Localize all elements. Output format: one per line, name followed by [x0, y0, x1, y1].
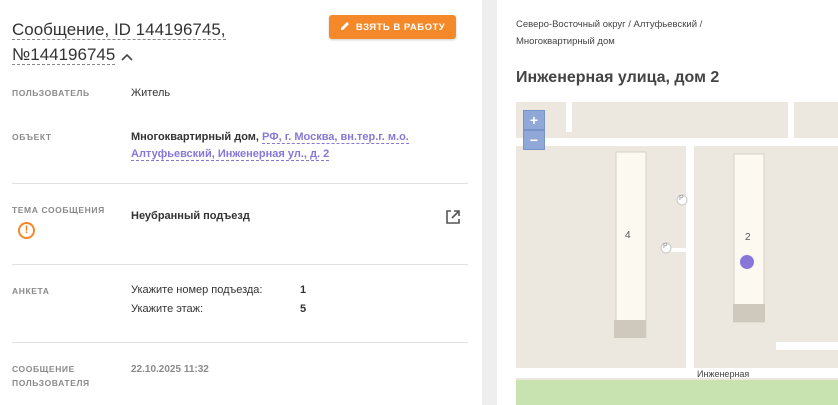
map[interactable]: 4 2 P P Инженерная + − [516, 102, 838, 405]
divider [12, 264, 468, 265]
building-label: 2 [745, 232, 751, 243]
object-type: Многоквартирный дом, [131, 131, 259, 143]
address-heading: Инженерная улица, дом 2 [516, 69, 720, 86]
parking-icon: P [663, 243, 668, 250]
title-line-2: №144196745 [12, 45, 116, 65]
user-label: ПОЛЬЗОВАТЕЛЬ [12, 88, 90, 98]
take-to-work-label: ВЗЯТЬ В РАБОТУ [355, 21, 446, 33]
parking-icon: P [679, 195, 684, 202]
warning-icon: ! [18, 222, 35, 239]
zoom-in-button[interactable]: + [523, 110, 545, 130]
object-label: ОБЪЕКТ [12, 132, 52, 142]
survey-label: АНКЕТА [12, 286, 50, 296]
external-link-icon[interactable] [445, 209, 461, 230]
zoom-control: + − [523, 110, 545, 150]
user-value: Житель [131, 87, 171, 99]
object-value: Многоквартирный дом, РФ, г. Москва, вн.т… [131, 129, 431, 163]
message-label: СООБЩЕНИЕ ПОЛЬЗОВАТЕЛЯ [12, 364, 90, 388]
message-timestamp: 22.10.2025 11:32 [131, 364, 209, 375]
topic-value: Неубранный подъезд [131, 210, 250, 222]
chevron-up-icon[interactable] [121, 43, 133, 68]
survey-question: Укажите номер подъезда: [131, 284, 263, 296]
zoom-out-button[interactable]: − [523, 130, 545, 150]
take-to-work-button[interactable]: ВЗЯТЬ В РАБОТУ [329, 15, 456, 39]
building-label: 4 [625, 230, 631, 241]
location-panel: Северо-Восточный округ / Алтуфьевский / М… [497, 0, 838, 405]
breadcrumb: Северо-Восточный округ / Алтуфьевский / М… [516, 19, 703, 47]
page-title: Сообщение, ID 144196745, №144196745 [12, 17, 312, 68]
pencil-icon [340, 21, 350, 34]
divider [12, 342, 468, 343]
survey-answer: 1 [300, 284, 307, 296]
street-label: Инженерная [697, 369, 750, 379]
survey-answer: 5 [300, 303, 307, 315]
divider [12, 183, 468, 184]
topic-label: ТЕМА СООБЩЕНИЯ [12, 205, 105, 215]
map-canvas [516, 102, 838, 405]
title-line-1: Сообщение, ID 144196745, [12, 20, 226, 40]
survey-question: Укажите этаж: [131, 303, 204, 315]
message-details-panel: Сообщение, ID 144196745, №144196745 ВЗЯТ… [0, 0, 482, 405]
